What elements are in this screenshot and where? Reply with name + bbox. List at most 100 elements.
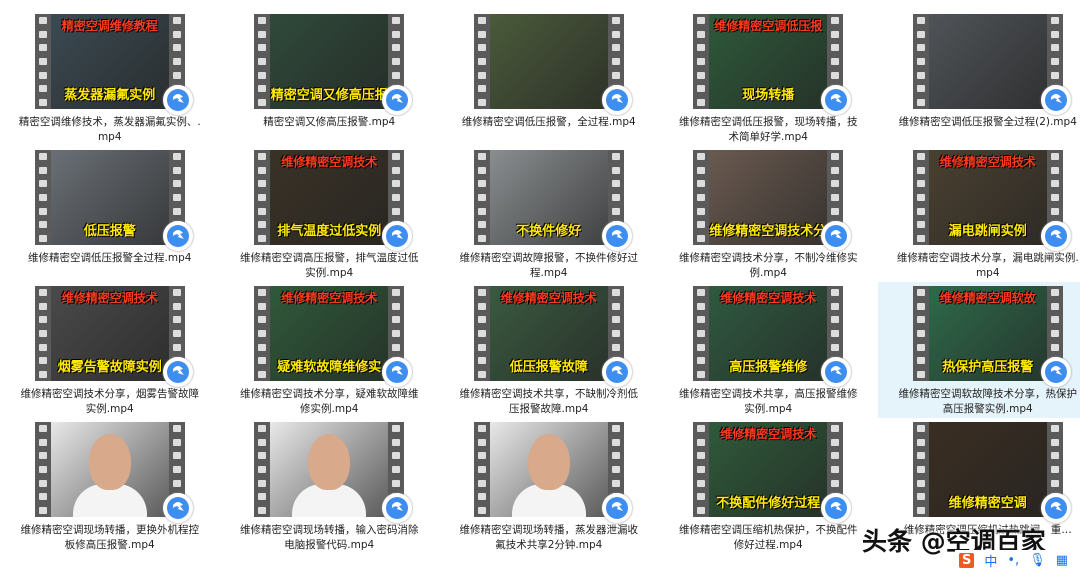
film-hole xyxy=(258,193,267,201)
film-hole xyxy=(172,425,181,433)
film-hole xyxy=(477,207,486,215)
film-hole xyxy=(611,180,620,188)
video-player-icon xyxy=(601,357,632,387)
file-item[interactable]: 精密空调又修高压报 精密空调又修高压报警.mp4 xyxy=(220,10,440,146)
file-item[interactable]: 维修精密空调现场转播，更换外机程控板修高压报警.mp4 xyxy=(0,418,220,554)
film-hole xyxy=(172,302,181,310)
video-thumbnail[interactable]: 维修精密空调技术 低压报警故障 xyxy=(473,286,632,387)
thumbnail-caption-top: 维修精密空调技术 xyxy=(720,427,817,441)
video-thumbnail[interactable]: 维修精密空调技术分享 xyxy=(693,150,852,251)
video-thumbnail[interactable]: 精密空调又修高压报 xyxy=(254,14,413,115)
video-thumbnail[interactable]: 维修精密空调技术 高压报警维修 xyxy=(693,286,852,387)
film-hole xyxy=(831,479,840,487)
film-hole xyxy=(392,153,401,161)
film-hole xyxy=(611,302,620,310)
video-thumbnail[interactable]: 不换件修好 xyxy=(473,150,632,251)
ime-punct-toggle[interactable]: •, xyxy=(1007,553,1019,568)
video-thumbnail[interactable]: 精密空调维修教程 蒸发器漏氟实例 xyxy=(34,14,193,115)
file-item[interactable]: 不换件修好 维修精密空调故障报警，不换件修好过程.mp4 xyxy=(439,146,659,282)
thumbnail-caption-top: 维修精密空调技术 xyxy=(281,291,378,305)
film-hole xyxy=(477,17,486,25)
file-item[interactable]: 低压报警 维修精密空调低压报警全过程.mp4 xyxy=(0,146,220,282)
file-item[interactable]: 维修精密空调低压报 现场转播 维修精密空调低压报警，现场转播，技术简单好学.mp… xyxy=(659,10,879,146)
film-hole xyxy=(831,17,840,25)
film-strip xyxy=(693,286,710,381)
file-item[interactable]: 维修精密空调技术 高压报警维修 维修精密空调技术共享，高压报警维修实例.mp4 xyxy=(659,282,879,418)
video-thumbnail[interactable]: 维修精密空调软故 热保护高压报警 xyxy=(912,286,1071,387)
file-name: 维修精密空调故障报警，不换件修好过程.mp4 xyxy=(459,252,639,279)
film-hole xyxy=(916,57,925,65)
file-item[interactable]: 维修精密空调技术 疑难软故障维修实 维修精密空调技术分享，疑难软故障维修实例.m… xyxy=(220,282,440,418)
film-hole xyxy=(172,193,181,201)
ime-mode-toggle[interactable]: 中 xyxy=(984,551,997,570)
file-item[interactable]: 维修精密空调技术 烟雾告警故障实例 维修精密空调技术分享，烟雾告警故障实例.mp… xyxy=(0,282,220,418)
file-item[interactable]: 维修精密空调现场转播，输入密码消除电脑报警代码.mp4 xyxy=(220,418,440,554)
film-hole xyxy=(38,329,47,337)
thumbnail-caption: 低压报警故障 xyxy=(509,360,588,375)
film-hole xyxy=(697,44,706,52)
film-hole xyxy=(477,465,486,473)
film-hole xyxy=(611,153,620,161)
video-thumbnail[interactable]: 维修精密空调低压报 现场转播 xyxy=(693,14,852,115)
video-player-icon xyxy=(162,221,193,251)
person-face xyxy=(527,434,570,490)
file-item[interactable]: 维修精密空调技术 不换配件修好过程 维修精密空调压缩机热保护，不换配件修好过程.… xyxy=(659,418,879,554)
film-hole xyxy=(38,180,47,188)
film-hole xyxy=(697,343,706,351)
film-hole xyxy=(611,452,620,460)
mic-icon[interactable]: 🎙 xyxy=(1029,553,1046,568)
file-name: 维修精密空调技术分享，疑难软故障维修实例.mp4 xyxy=(240,388,419,415)
film-strip xyxy=(693,14,710,109)
video-thumbnail[interactable]: 维修精密空调技术 烟雾告警故障实例 xyxy=(34,286,193,387)
film-hole xyxy=(392,17,401,25)
film-hole xyxy=(38,425,47,433)
film-hole xyxy=(258,17,267,25)
video-thumbnail[interactable] xyxy=(912,14,1071,115)
video-thumbnail[interactable] xyxy=(473,422,632,523)
file-name: 维修精密空调技术共享，不缺制冷剂低压报警故障.mp4 xyxy=(459,388,639,415)
film-hole xyxy=(392,479,401,487)
ime-logo-icon[interactable]: S xyxy=(959,553,975,568)
video-thumbnail[interactable]: 维修精密空调 xyxy=(912,422,1071,523)
thumbnail-image: 维修精密空调技术 排气温度过低实例 xyxy=(270,150,389,245)
film-hole xyxy=(916,85,925,93)
file-name: 维修精密空调现场转播，输入密码消除电脑报警代码.mp4 xyxy=(240,524,419,551)
film-hole xyxy=(258,479,267,487)
video-thumbnail[interactable] xyxy=(34,422,193,523)
film-hole xyxy=(916,370,925,378)
file-item[interactable]: 维修精密空调现场转播，蒸发器泄漏收氟技术共享2分钟.mp4 xyxy=(439,418,659,554)
video-thumbnail[interactable] xyxy=(473,14,632,115)
file-item[interactable]: 精密空调维修教程 蒸发器漏氟实例 精密空调维修技术，蒸发器漏氟实例、.mp4 xyxy=(0,10,220,146)
video-thumbnail[interactable]: 维修精密空调技术 漏电跳闸实例 xyxy=(912,150,1071,251)
film-hole xyxy=(38,57,47,65)
grid-icon[interactable]: ▦ xyxy=(1056,553,1068,568)
file-item[interactable]: 维修精密空调技术 漏电跳闸实例 维修精密空调技术分享，漏电跳闸实例.mp4 xyxy=(878,146,1080,282)
video-thumbnail[interactable] xyxy=(254,422,413,523)
film-hole xyxy=(1050,302,1059,310)
thumbnail-image xyxy=(50,422,169,517)
film-hole xyxy=(916,506,925,514)
film-hole xyxy=(697,357,706,365)
film-hole xyxy=(916,193,925,201)
film-hole xyxy=(477,166,486,174)
film-hole xyxy=(477,452,486,460)
video-thumbnail[interactable]: 维修精密空调技术 疑难软故障维修实 xyxy=(254,286,413,387)
file-item[interactable]: 维修精密空调技术分享 维修精密空调技术分享，不制冷维修实例.mp4 xyxy=(659,146,879,282)
ime-toolbar[interactable]: S 中 •, 🎙 ▦ xyxy=(955,550,1073,571)
film-hole xyxy=(831,57,840,65)
film-hole xyxy=(916,425,925,433)
video-thumbnail[interactable]: 维修精密空调技术 排气温度过低实例 xyxy=(254,150,413,251)
file-item[interactable]: 维修精密空调低压报警，全过程.mp4 xyxy=(439,10,659,146)
file-item[interactable]: 维修精密空调技术 排气温度过低实例 维修精密空调高压报警，排气温度过低实例.mp… xyxy=(220,146,440,282)
film-hole xyxy=(258,493,267,501)
file-item[interactable]: 维修精密空调软故 热保护高压报警 维修精密空调软故障技术分享，热保护高压报警实例… xyxy=(878,282,1080,418)
file-item[interactable]: 维修精密空调低压报警全过程(2).mp4 xyxy=(878,10,1080,146)
film-hole xyxy=(38,71,47,79)
film-hole xyxy=(916,30,925,38)
film-hole xyxy=(392,438,401,446)
film-hole xyxy=(258,166,267,174)
video-thumbnail[interactable]: 低压报警 xyxy=(34,150,193,251)
video-thumbnail[interactable]: 维修精密空调技术 不换配件修好过程 xyxy=(693,422,852,523)
film-hole xyxy=(258,425,267,433)
file-item[interactable]: 维修精密空调技术 低压报警故障 维修精密空调技术共享，不缺制冷剂低压报警故障.m… xyxy=(439,282,659,418)
